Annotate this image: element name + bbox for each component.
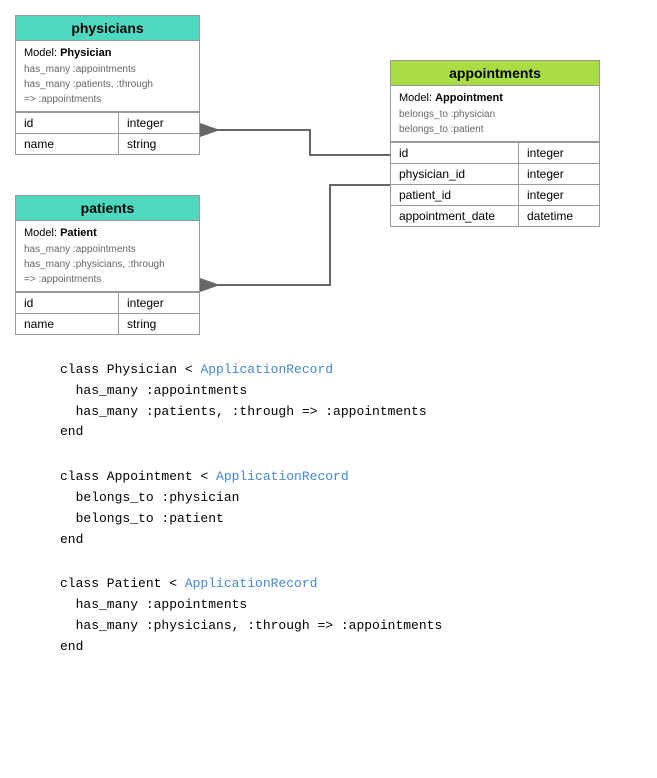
code-appointment-line3: belongs_to :patient (60, 509, 597, 530)
appointments-col-phys-name: physician_id (391, 164, 519, 184)
code-physician-line4: end (60, 422, 597, 443)
appointments-rel2: belongs_to :patient (399, 122, 591, 137)
patients-header: patients (16, 196, 199, 221)
appointments-model: Model: Appointment (399, 90, 591, 107)
code-physician-line3: has_many :patients, :through => :appoint… (60, 402, 597, 423)
appointments-row-id: id integer (391, 142, 599, 163)
code-patient-line2: has_many :appointments (60, 595, 597, 616)
appointments-info: Model: Appointment belongs_to :physician… (391, 86, 599, 142)
code-appointment-line1: class Appointment < ApplicationRecord (60, 467, 597, 488)
physicians-rel3: => :appointments (24, 92, 191, 107)
code-appointment-line2: belongs_to :physician (60, 488, 597, 509)
patients-model: Model: Patient (24, 225, 191, 242)
patients-info: Model: Patient has_many :appointments ha… (16, 221, 199, 292)
physicians-row-name: name string (16, 133, 199, 154)
patients-row-name: name string (16, 313, 199, 334)
physicians-col-id-name: id (16, 113, 119, 133)
patients-rel3: => :appointments (24, 272, 191, 287)
patients-rel1: has_many :appointments (24, 242, 191, 257)
physicians-col-name-type: string (119, 134, 199, 154)
physicians-header: physicians (16, 16, 199, 41)
code-physician-line2: has_many :appointments (60, 381, 597, 402)
physicians-col-id-type: integer (119, 113, 199, 133)
physicians-entity: physicians Model: Physician has_many :ap… (15, 15, 200, 155)
physicians-row-id: id integer (16, 112, 199, 133)
patients-rel2: has_many :physicians, :through (24, 257, 191, 272)
code-block-patient: class Patient < ApplicationRecord has_ma… (60, 574, 597, 657)
arrow-patient (200, 185, 390, 285)
code-block-appointment: class Appointment < ApplicationRecord be… (60, 467, 597, 550)
appointments-col-date-name: appointment_date (391, 206, 519, 226)
code-section: class Physician < ApplicationRecord has_… (0, 340, 657, 702)
physicians-rel2: has_many :patients, :through (24, 77, 191, 92)
appointments-col-date-type: datetime (519, 206, 599, 226)
appointments-col-id-type: integer (519, 143, 599, 163)
appointments-col-id-name: id (391, 143, 519, 163)
appointments-entity: appointments Model: Appointment belongs_… (390, 60, 600, 227)
code-patient-line1: class Patient < ApplicationRecord (60, 574, 597, 595)
code-patient-line4: end (60, 637, 597, 658)
physicians-rel1: has_many :appointments (24, 62, 191, 77)
appointments-row-physician-id: physician_id integer (391, 163, 599, 184)
patients-col-id-name: id (16, 293, 119, 313)
code-patient-line3: has_many :physicians, :through => :appoi… (60, 616, 597, 637)
physicians-col-name-name: name (16, 134, 119, 154)
arrow-physician (200, 130, 390, 155)
code-block-physician: class Physician < ApplicationRecord has_… (60, 360, 597, 443)
physicians-model: Model: Physician (24, 45, 191, 62)
appointments-rel1: belongs_to :physician (399, 107, 591, 122)
appointments-col-pat-name: patient_id (391, 185, 519, 205)
patients-col-id-type: integer (119, 293, 199, 313)
appointments-row-date: appointment_date datetime (391, 205, 599, 226)
code-physician-line1: class Physician < ApplicationRecord (60, 360, 597, 381)
appointments-col-pat-type: integer (519, 185, 599, 205)
appointments-col-phys-type: integer (519, 164, 599, 184)
patients-entity: patients Model: Patient has_many :appoin… (15, 195, 200, 335)
physicians-info: Model: Physician has_many :appointments … (16, 41, 199, 112)
patients-row-id: id integer (16, 292, 199, 313)
patients-col-name-type: string (119, 314, 199, 334)
patients-col-name-name: name (16, 314, 119, 334)
diagram-area: physicians Model: Physician has_many :ap… (0, 0, 657, 340)
appointments-header: appointments (391, 61, 599, 86)
appointments-row-patient-id: patient_id integer (391, 184, 599, 205)
code-appointment-line4: end (60, 530, 597, 551)
